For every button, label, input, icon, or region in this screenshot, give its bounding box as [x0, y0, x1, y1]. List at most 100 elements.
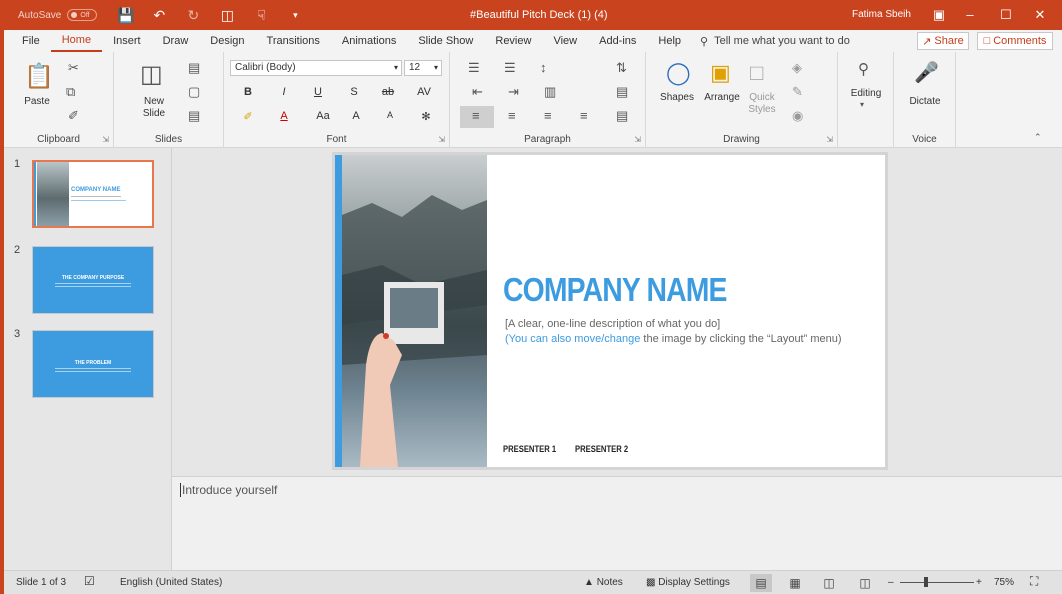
section-icon[interactable]: ▤	[188, 108, 200, 124]
slide-show-icon[interactable]: ◫	[854, 574, 876, 592]
shrink-font-button[interactable]: A	[382, 110, 398, 120]
align-center-icon[interactable]: ≡	[508, 108, 516, 123]
fit-to-window-icon[interactable]: ⛶	[1030, 574, 1038, 589]
comments-button[interactable]: □ Comments	[977, 32, 1053, 50]
character-spacing-button[interactable]: AV	[416, 86, 432, 98]
undo-icon[interactable]: ↶	[151, 7, 167, 24]
ribbon-display-options-icon[interactable]: ▣	[925, 4, 953, 26]
columns-icon[interactable]: ▥	[544, 84, 556, 100]
display-settings-button[interactable]: ▩ Display Settings	[646, 577, 730, 588]
zoom-slider[interactable]	[900, 582, 974, 583]
justify-icon[interactable]: ≡	[580, 108, 588, 123]
text-direction-icon[interactable]: ⇅	[616, 60, 627, 76]
customize-qat-icon[interactable]: ▾	[287, 10, 303, 21]
shape-effects-icon[interactable]: ◉	[792, 108, 803, 124]
autosave[interactable]: AutoSave Off	[18, 9, 98, 21]
notes-pane[interactable]: Introduce yourself	[172, 476, 1062, 570]
user-name[interactable]: Fatima Sbeih	[852, 9, 911, 20]
tab-insert[interactable]: Insert	[102, 30, 152, 52]
slide-thumbnail-1[interactable]: COMPANY NAME	[32, 160, 154, 228]
decrease-indent-icon[interactable]: ⇤	[472, 84, 483, 100]
presenter-1[interactable]: PRESENTER 1	[503, 444, 556, 454]
slide-thumbnail-3[interactable]: THE PROBLEM	[32, 330, 154, 398]
tab-transitions[interactable]: Transitions	[256, 30, 331, 52]
slide-instruction[interactable]: (You can also move/change the image by c…	[505, 333, 842, 345]
quick-styles-button[interactable]: Quick	[742, 92, 782, 103]
tab-home[interactable]: Home	[50, 30, 103, 52]
tell-me-box[interactable]: ⚲ Tell me what you want to do	[700, 35, 850, 48]
new-slide-label-2[interactable]: Slide	[134, 108, 174, 119]
new-slide-label[interactable]: New	[134, 96, 174, 107]
align-text-icon[interactable]: ▤	[616, 84, 628, 100]
bold-button[interactable]: B	[240, 86, 256, 98]
increase-indent-icon[interactable]: ⇥	[508, 84, 519, 100]
close-button[interactable]: ✕	[1026, 4, 1054, 26]
shapes-icon[interactable]: ◯	[666, 60, 691, 86]
clear-formatting-icon[interactable]: ✻	[418, 110, 434, 123]
arrange-icon[interactable]: ▣	[710, 60, 731, 86]
slide-description[interactable]: [A clear, one-line description of what y…	[505, 318, 720, 330]
clipboard-launcher-icon[interactable]: ⇲	[102, 135, 109, 144]
tab-help[interactable]: Help	[647, 30, 692, 52]
slide-sorter-icon[interactable]: ▦	[784, 574, 806, 592]
normal-view-icon[interactable]: ▤	[750, 574, 772, 592]
zoom-slider-thumb[interactable]	[924, 577, 928, 587]
paragraph-launcher-icon[interactable]: ⇲	[634, 135, 641, 144]
shape-outline-icon[interactable]: ✎	[792, 84, 803, 100]
italic-button[interactable]: I	[276, 86, 292, 98]
redo-icon[interactable]: ↻	[185, 7, 201, 24]
change-case-button[interactable]: Aa	[312, 110, 334, 122]
dictate-button[interactable]: Dictate	[900, 96, 950, 107]
new-slide-icon[interactable]: ◫	[140, 60, 163, 89]
zoom-out-icon[interactable]: –	[888, 577, 894, 588]
accessibility-icon[interactable]: ☑	[84, 574, 95, 588]
tab-draw[interactable]: Draw	[152, 30, 200, 52]
notes-button[interactable]: ▲ Notes	[584, 577, 623, 588]
grow-font-button[interactable]: A	[348, 110, 364, 122]
autosave-toggle[interactable]: Off	[67, 9, 98, 21]
tab-file[interactable]: File	[4, 30, 51, 52]
minimize-button[interactable]: –	[956, 4, 984, 26]
reading-view-icon[interactable]: ◫	[818, 574, 840, 592]
find-icon[interactable]: ⚲	[858, 60, 869, 78]
save-icon[interactable]: 💾	[117, 7, 134, 24]
smartart-icon[interactable]: ▤	[616, 108, 628, 124]
microphone-icon[interactable]: 🎤	[914, 60, 939, 85]
zoom-level[interactable]: 75%	[994, 577, 1014, 588]
format-painter-icon[interactable]: ✐	[68, 108, 79, 124]
maximize-button[interactable]: ☐	[992, 4, 1020, 26]
layout-icon[interactable]: ▤	[188, 60, 200, 76]
paste-icon[interactable]: 📋	[24, 62, 54, 91]
font-launcher-icon[interactable]: ⇲	[438, 135, 445, 144]
reset-icon[interactable]: ▢	[188, 84, 200, 100]
tab-add-ins[interactable]: Add-ins	[588, 30, 647, 52]
drawing-launcher-icon[interactable]: ⇲	[826, 135, 833, 144]
align-right-icon[interactable]: ≡	[544, 108, 552, 123]
font-size-select[interactable]: 12 ▾	[404, 60, 442, 76]
cut-icon[interactable]: ✂	[68, 60, 79, 76]
shape-fill-icon[interactable]: ◈	[792, 60, 802, 76]
font-color-icon[interactable]: A	[276, 110, 292, 122]
quick-styles-button-2[interactable]: Styles	[742, 104, 782, 115]
underline-button[interactable]: U	[310, 86, 326, 98]
arrange-button[interactable]: Arrange	[700, 92, 744, 103]
tab-slide-show[interactable]: Slide Show	[407, 30, 484, 52]
tab-design[interactable]: Design	[199, 30, 255, 52]
language[interactable]: English (United States)	[120, 577, 222, 588]
zoom-in-icon[interactable]: +	[976, 577, 982, 588]
copy-icon[interactable]: ⧉	[66, 84, 75, 100]
collapse-ribbon-icon[interactable]: ⌃	[1034, 132, 1042, 143]
line-spacing-icon[interactable]: ↕	[540, 60, 547, 75]
shapes-button[interactable]: Shapes	[656, 92, 698, 103]
highlight-icon[interactable]: ✐	[240, 110, 256, 123]
chevron-down-icon[interactable]: ▾	[860, 100, 864, 109]
slide-thumbnail-2[interactable]: THE COMPANY PURPOSE	[32, 246, 154, 314]
slide-title[interactable]: COMPANY NAME	[503, 271, 727, 309]
align-left-icon[interactable]: ≡	[472, 108, 480, 123]
tab-animations[interactable]: Animations	[331, 30, 407, 52]
shadow-button[interactable]: S	[346, 86, 362, 98]
quick-styles-icon[interactable]: □	[750, 60, 763, 86]
slide-photo[interactable]	[342, 155, 487, 467]
editing-button[interactable]: Editing	[842, 88, 890, 99]
strikethrough-button[interactable]: ab	[380, 86, 396, 98]
